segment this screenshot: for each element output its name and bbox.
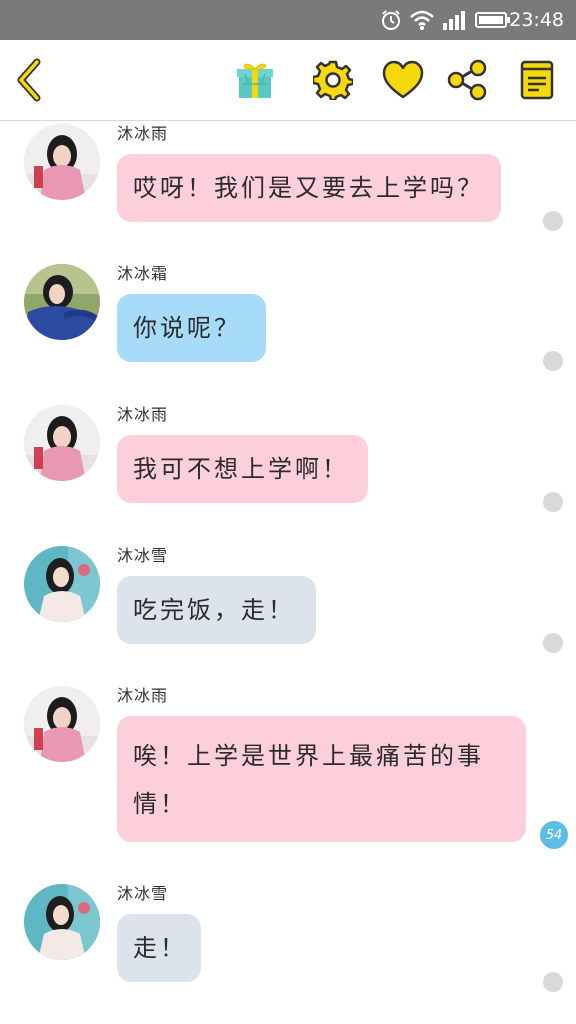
message-item: 沐冰雨 唉！上学是世界上最痛苦的事情！ 54 [0,686,576,866]
read-status-dot [543,492,563,512]
sender-name: 沐冰雨 [117,124,169,143]
avatar[interactable] [24,686,100,762]
message-bubble[interactable]: 你说呢？ [117,294,266,362]
sender-name: 沐冰霜 [117,264,169,283]
sender-name: 沐冰雨 [117,405,169,424]
sender-name: 沐冰雪 [117,546,169,565]
avatar[interactable] [24,124,100,200]
read-status-dot [543,633,563,653]
read-status-dot [543,211,563,231]
share-icon [447,59,487,101]
heart-icon [382,60,424,99]
message-item: 沐冰雪 走！ [0,884,576,1014]
clock: 23:48 [509,9,564,31]
share-button[interactable] [445,58,489,102]
message-item: 沐冰雪 吃完饭，走！ [0,546,576,676]
notes-button[interactable] [515,58,559,102]
avatar[interactable] [24,546,100,622]
chat-toolbar [0,40,576,121]
message-bubble[interactable]: 唉！上学是世界上最痛苦的事情！ [117,716,526,842]
back-icon [17,58,41,102]
message-bubble[interactable]: 吃完饭，走！ [117,576,316,644]
unread-badge[interactable]: 54 [538,819,570,851]
notes-icon [520,60,554,100]
message-bubble[interactable]: 哎呀！我们是又要去上学吗？ [117,154,501,222]
favorite-button[interactable] [381,58,425,102]
alarm-icon [382,10,400,30]
gift-icon [237,63,273,98]
avatar[interactable] [24,264,100,340]
message-item: 沐冰雨 哎呀！我们是又要去上学吗？ [0,124,576,254]
status-bar: 23:48 [0,0,576,40]
message-bubble[interactable]: 我可不想上学啊！ [117,435,368,503]
settings-icon [313,60,353,100]
signal-icon [443,11,465,30]
avatar[interactable] [24,884,100,960]
back-button[interactable] [8,58,52,102]
message-item: 沐冰霜 你说呢？ [0,264,576,394]
sender-name: 沐冰雪 [117,884,169,903]
settings-button[interactable] [311,58,355,102]
avatar[interactable] [24,405,100,481]
read-status-dot [543,351,563,371]
message-bubble[interactable]: 走！ [117,914,201,982]
read-status-dot [543,972,563,992]
sender-name: 沐冰雨 [117,686,169,705]
gift-button[interactable] [233,58,277,102]
message-item: 沐冰雨 我可不想上学啊！ [0,405,576,535]
wifi-icon [410,10,434,30]
battery-icon [475,12,510,28]
